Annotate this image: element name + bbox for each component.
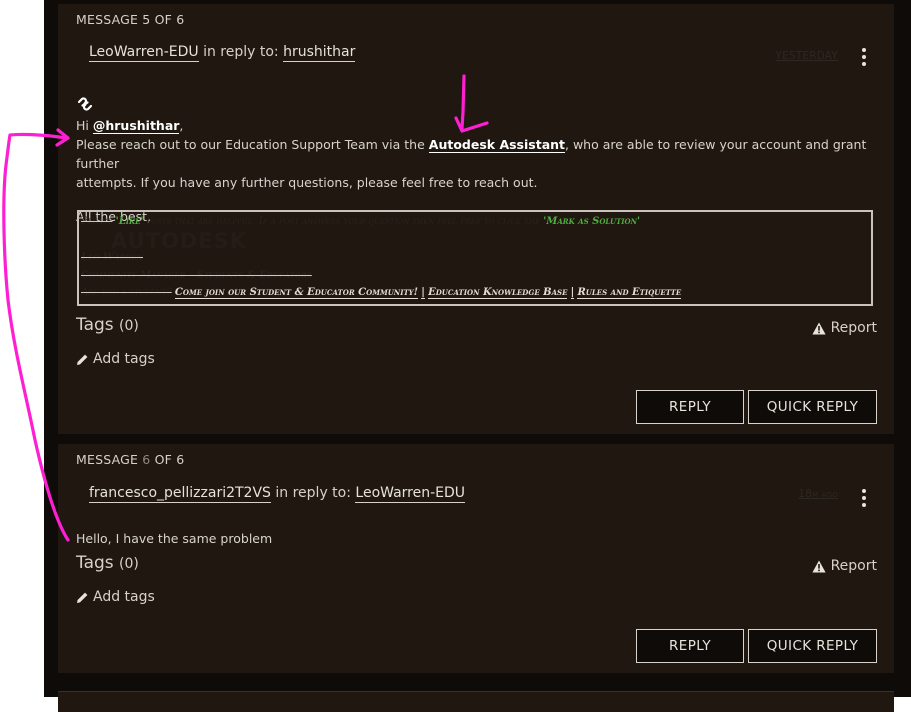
body-text-part1: Please reach out to our Education Suppor…: [76, 137, 425, 152]
message-count-prefix: MESSAGE: [76, 452, 139, 467]
author-link[interactable]: francesco_pellizzari2T2VS: [89, 485, 271, 503]
quick-reply-button[interactable]: QUICK REPLY: [748, 629, 877, 663]
in-reply-to-label: in reply to:: [203, 44, 279, 60]
tags-count: (0): [119, 318, 139, 334]
add-tags-label: Add tags: [93, 589, 155, 605]
pencil-icon: [77, 592, 88, 603]
message-card-6: MESSAGE 6 OF 6 francesco_pellizzari2T2VS…: [58, 444, 894, 673]
message-body: Hello, I have the same problem: [76, 531, 273, 546]
sig-separator: |: [570, 287, 575, 299]
post-date[interactable]: 18m ago: [798, 488, 838, 500]
pencil-icon: [77, 354, 88, 365]
sig-name-text: Leo Warren: [81, 252, 143, 263]
message-count: MESSAGE 6 OF 6: [76, 452, 184, 467]
post-date[interactable]: YESTERDAY: [775, 50, 838, 62]
sig-separator: |: [421, 287, 425, 299]
reply-target-link[interactable]: hrushithar: [283, 44, 356, 62]
sig-knowledge-base-link[interactable]: Education Knowledge Base: [428, 287, 568, 299]
signature-line-1: Please 'Like' posts that are helpful. If…: [81, 216, 640, 227]
message-header: francesco_pellizzari2T2VS in reply to: L…: [89, 485, 466, 503]
sig-student-text: Are you a student?: [81, 287, 172, 298]
add-tags-button[interactable]: Add tags: [76, 589, 155, 605]
autodesk-assistant-link[interactable]: Autodesk Assistant: [428, 137, 566, 153]
add-tags-label: Add tags: [93, 351, 155, 367]
sig-role-text: Community Manager - Students & Educators: [81, 270, 312, 281]
message-count-suffix: OF 6: [154, 452, 185, 467]
greeting-comma: ,: [179, 118, 184, 133]
report-button[interactable]: Report: [811, 320, 877, 336]
mention-link[interactable]: @hrushithar: [92, 118, 180, 134]
add-tags-button[interactable]: Add tags: [76, 351, 155, 367]
message-count: MESSAGE 5 OF 6: [76, 12, 185, 27]
more-options-icon[interactable]: [862, 48, 866, 66]
warning-icon: [811, 322, 826, 334]
warning-icon: [811, 560, 826, 572]
report-button[interactable]: Report: [811, 558, 877, 574]
sig-solution-text: 'Mark as Solution': [543, 216, 641, 227]
reply-button[interactable]: REPLY: [636, 390, 744, 424]
in-reply-to-label: in reply to:: [275, 485, 351, 501]
message-card-5: MESSAGE 5 OF 6 LeoWarren-EDU in reply to…: [58, 4, 894, 434]
sig-like-text: 'Like': [115, 216, 144, 227]
quick-reply-button[interactable]: QUICK REPLY: [748, 390, 877, 424]
greeting-text: Hi: [76, 118, 89, 133]
author-link[interactable]: LeoWarren-EDU: [89, 44, 199, 62]
tags-count: (0): [119, 556, 139, 572]
autodesk-logo: AUTODESK: [111, 229, 248, 253]
reply-button[interactable]: REPLY: [636, 629, 744, 663]
reply-target-link[interactable]: LeoWarren-EDU: [355, 485, 466, 503]
more-options-icon[interactable]: [862, 489, 866, 507]
signature-role: Community Manager - Students & Educators: [81, 270, 312, 281]
tags-label: Tags: [76, 553, 114, 573]
report-label: Report: [830, 320, 877, 336]
tags-heading: Tags (0): [76, 315, 139, 335]
sig-please-text: Please: [81, 216, 113, 227]
report-label: Report: [830, 558, 877, 574]
sig-rules-link[interactable]: Rules and Etiquette: [577, 287, 682, 299]
signature-links: Are you a student? Come join our Student…: [81, 287, 682, 299]
message-count-number: 6: [142, 452, 151, 467]
signature-box: AUTODESK Please 'Like' posts that are he…: [77, 210, 873, 306]
next-card-edge: [58, 691, 894, 712]
sig-instructions-text: posts that are helpful. If a post answer…: [146, 216, 541, 227]
tags-heading: Tags (0): [76, 553, 139, 573]
tags-label: Tags: [76, 315, 114, 335]
permalink-icon[interactable]: [76, 96, 94, 112]
sig-community-link[interactable]: Come join our Student & Educator Communi…: [174, 287, 419, 299]
body-text-line2: attempts. If you have any further questi…: [76, 175, 538, 190]
signature-name: Leo Warren: [81, 252, 143, 263]
message-header: LeoWarren-EDU in reply to: hrushithar: [89, 44, 356, 62]
